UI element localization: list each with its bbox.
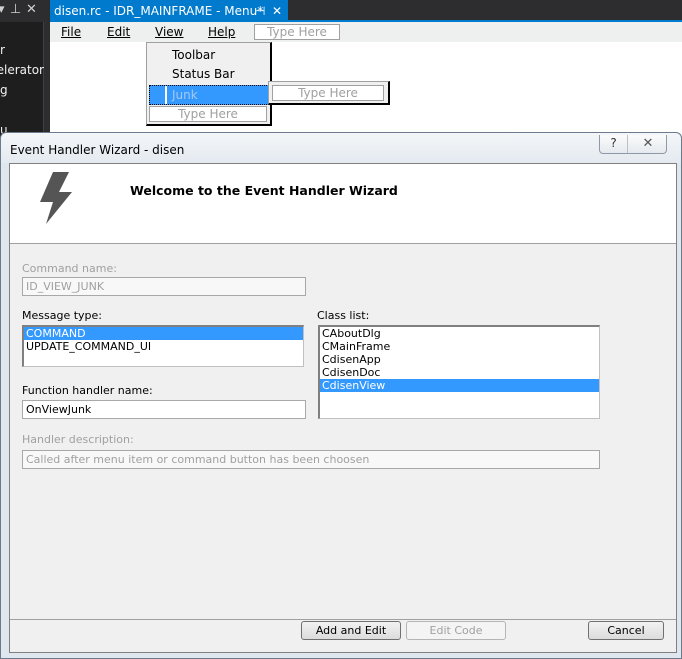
- message-type-list[interactable]: COMMAND UPDATE_COMMAND_UI: [22, 325, 304, 367]
- tree-item[interactable]: r: [0, 40, 44, 60]
- close-icon[interactable]: ✕: [26, 2, 37, 17]
- document-tabstrip: disen.rc - IDR_MAINFRAME - Menu* ⊣ ✕: [50, 0, 682, 22]
- close-icon: ✕: [642, 136, 654, 151]
- menu-item-toolbar[interactable]: Toolbar: [172, 46, 215, 64]
- help-icon: ?: [610, 136, 617, 150]
- document-tab[interactable]: disen.rc - IDR_MAINFRAME - Menu* ⊣ ✕: [50, 0, 288, 22]
- junk-submenu: Type Here: [268, 81, 390, 105]
- dropdown-arrow-icon[interactable]: ▾: [0, 2, 5, 17]
- cancel-button[interactable]: Cancel: [588, 621, 664, 640]
- list-item[interactable]: UPDATE_COMMAND_UI: [24, 340, 303, 353]
- close-icon[interactable]: ✕: [272, 0, 282, 22]
- edit-code-button[interactable]: Edit Code: [406, 621, 506, 640]
- lightning-bolt-icon: [40, 172, 72, 224]
- menu-editor-menubar: File Edit View Help Type Here: [50, 22, 682, 42]
- resource-tree: r elerator g u: [0, 40, 44, 140]
- menu-item-junk-label: Junk: [172, 88, 198, 102]
- event-handler-wizard-dialog: Event Handler Wizard - disen ? ✕ Welcome…: [0, 132, 682, 659]
- close-button[interactable]: ✕: [628, 135, 668, 153]
- handler-description-field: Called after menu item or command button…: [22, 450, 600, 469]
- caption-buttons: ? ✕: [599, 135, 667, 154]
- list-item[interactable]: CMainFrame: [320, 340, 599, 353]
- dialog-title: Event Handler Wizard - disen: [10, 143, 185, 157]
- dropdown-type-here[interactable]: Type Here: [149, 106, 267, 122]
- command-name-label: Command name:: [22, 262, 117, 275]
- side-panel-header: ▾ ⊥ ✕: [0, 0, 44, 22]
- class-list[interactable]: CAboutDlg CMainFrame CdisenApp CdisenDoc…: [318, 325, 600, 419]
- list-item[interactable]: CdisenDoc: [320, 366, 599, 379]
- dialog-body: Welcome to the Event Handler Wizard Comm…: [9, 163, 677, 653]
- wizard-banner: Welcome to the Event Handler Wizard: [10, 164, 676, 244]
- handler-description-label: Handler description:: [22, 433, 134, 446]
- tree-item[interactable]: g: [0, 80, 44, 100]
- class-list-label: Class list:: [317, 309, 370, 322]
- view-dropdown-menu: Toolbar Status Bar Junk Type Here: [146, 42, 272, 126]
- command-name-field: ID_VIEW_JUNK: [22, 277, 306, 296]
- wizard-welcome-title: Welcome to the Event Handler Wizard: [130, 183, 398, 198]
- tree-item[interactable]: elerator: [0, 60, 44, 80]
- menu-edit[interactable]: Edit: [107, 22, 130, 42]
- document-tab-title: disen.rc - IDR_MAINFRAME - Menu*: [54, 4, 264, 18]
- pin-icon[interactable]: ⊥: [10, 2, 21, 17]
- submenu-type-here[interactable]: Type Here: [272, 85, 384, 101]
- menu-item-gutter: [150, 86, 167, 104]
- button-separator: [10, 619, 676, 620]
- menu-help[interactable]: Help: [208, 22, 235, 42]
- dialog-titlebar[interactable]: Event Handler Wizard - disen ? ✕: [1, 133, 681, 163]
- function-handler-label: Function handler name:: [22, 384, 153, 397]
- function-handler-field[interactable]: OnViewJunk: [22, 400, 306, 419]
- list-item[interactable]: CAboutDlg: [320, 327, 599, 340]
- list-item[interactable]: COMMAND: [24, 327, 303, 340]
- tree-item[interactable]: [0, 100, 44, 120]
- menu-view[interactable]: View: [155, 22, 183, 42]
- help-button[interactable]: ?: [600, 135, 628, 153]
- list-item[interactable]: CdisenView: [320, 379, 599, 392]
- list-item[interactable]: CdisenApp: [320, 353, 599, 366]
- menu-item-status-bar[interactable]: Status Bar: [172, 65, 235, 83]
- message-type-label: Message type:: [22, 309, 102, 322]
- menu-item-junk-selected[interactable]: Junk: [149, 85, 269, 105]
- add-and-edit-button[interactable]: Add and Edit: [301, 621, 401, 640]
- menu-file[interactable]: File: [61, 22, 81, 42]
- menubar-type-here[interactable]: Type Here: [254, 24, 340, 40]
- pin-icon[interactable]: ⊣: [255, 0, 265, 22]
